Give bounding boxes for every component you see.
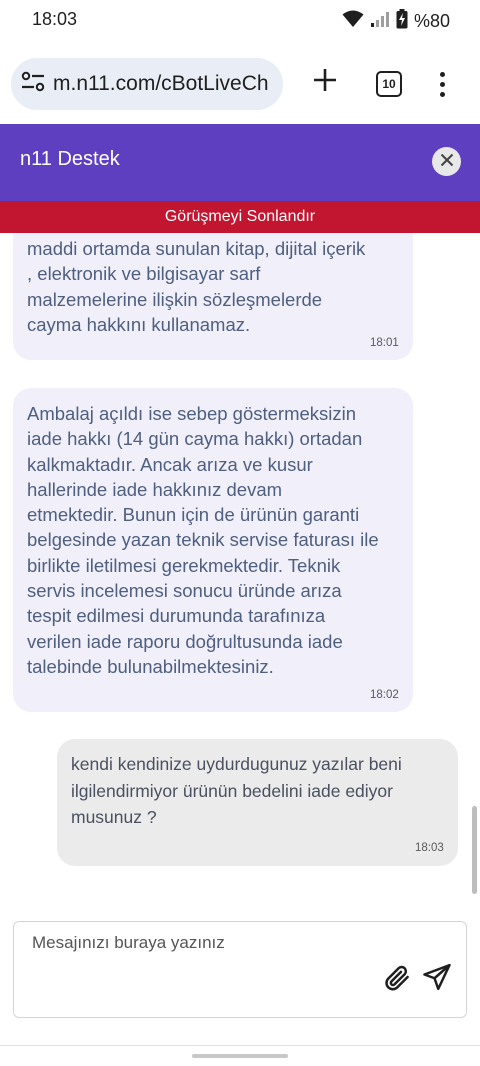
- tab-count: 10: [382, 77, 396, 91]
- status-time: 18:03: [32, 9, 78, 29]
- more-vert-icon[interactable]: [430, 64, 454, 104]
- message-time: 18:03: [415, 842, 444, 854]
- message-text: maddi ortamda sunulan kitap, dijital içe…: [27, 238, 366, 335]
- tab-switcher-button[interactable]: 10: [376, 71, 402, 97]
- message-text: Ambalaj açıldı ise sebep göstermeksizin …: [27, 403, 379, 677]
- attach-button[interactable]: [380, 963, 414, 997]
- site-settings-icon[interactable]: [21, 71, 45, 97]
- chat-header: n11 Destek: [0, 124, 480, 201]
- close-icon: [440, 152, 454, 171]
- browser-toolbar: m.n11.com/cBotLiveCh 10: [0, 42, 480, 124]
- user-message: kendi kendinize uydurdugunuz yazılar ben…: [57, 739, 458, 866]
- send-button[interactable]: [420, 962, 454, 996]
- message-time: 18:01: [370, 337, 399, 349]
- battery-percent: %80: [413, 10, 450, 31]
- status-icons: %80: [342, 9, 450, 33]
- status-bar: 18:03 %80: [0, 0, 480, 42]
- end-chat-label: Görüşmeyi Sonlandır: [164, 208, 316, 225]
- bot-message: maddi ortamda sunulan kitap, dijital içe…: [13, 233, 413, 360]
- message-composer: [13, 921, 467, 1018]
- new-tab-button[interactable]: [307, 64, 343, 100]
- wifi-icon: [342, 10, 364, 32]
- new-tab-plus-icon: [313, 68, 337, 96]
- bottom-divider: [0, 1045, 480, 1046]
- bot-message: Ambalaj açıldı ise sebep göstermeksizin …: [13, 388, 413, 712]
- address-bar[interactable]: m.n11.com/cBotLiveCh: [11, 58, 283, 110]
- chat-scrollbar[interactable]: [472, 806, 477, 894]
- message-list[interactable]: maddi ortamda sunulan kitap, dijital içe…: [0, 233, 480, 918]
- message-input[interactable]: [32, 930, 372, 956]
- send-icon: [422, 962, 452, 996]
- message-time: 18:02: [370, 689, 399, 701]
- battery-charging-icon: [396, 9, 408, 33]
- url-text[interactable]: m.n11.com/cBotLiveCh: [53, 72, 269, 96]
- message-text: kendi kendinize uydurdugunuz yazılar ben…: [71, 754, 402, 827]
- close-chat-button[interactable]: [432, 147, 461, 176]
- signal-icon: [370, 10, 390, 32]
- gesture-home-indicator[interactable]: [192, 1054, 288, 1058]
- paperclip-icon: [382, 963, 412, 997]
- end-chat-button[interactable]: Görüşmeyi Sonlandır: [0, 201, 480, 233]
- chat-title: n11 Destek: [20, 148, 120, 170]
